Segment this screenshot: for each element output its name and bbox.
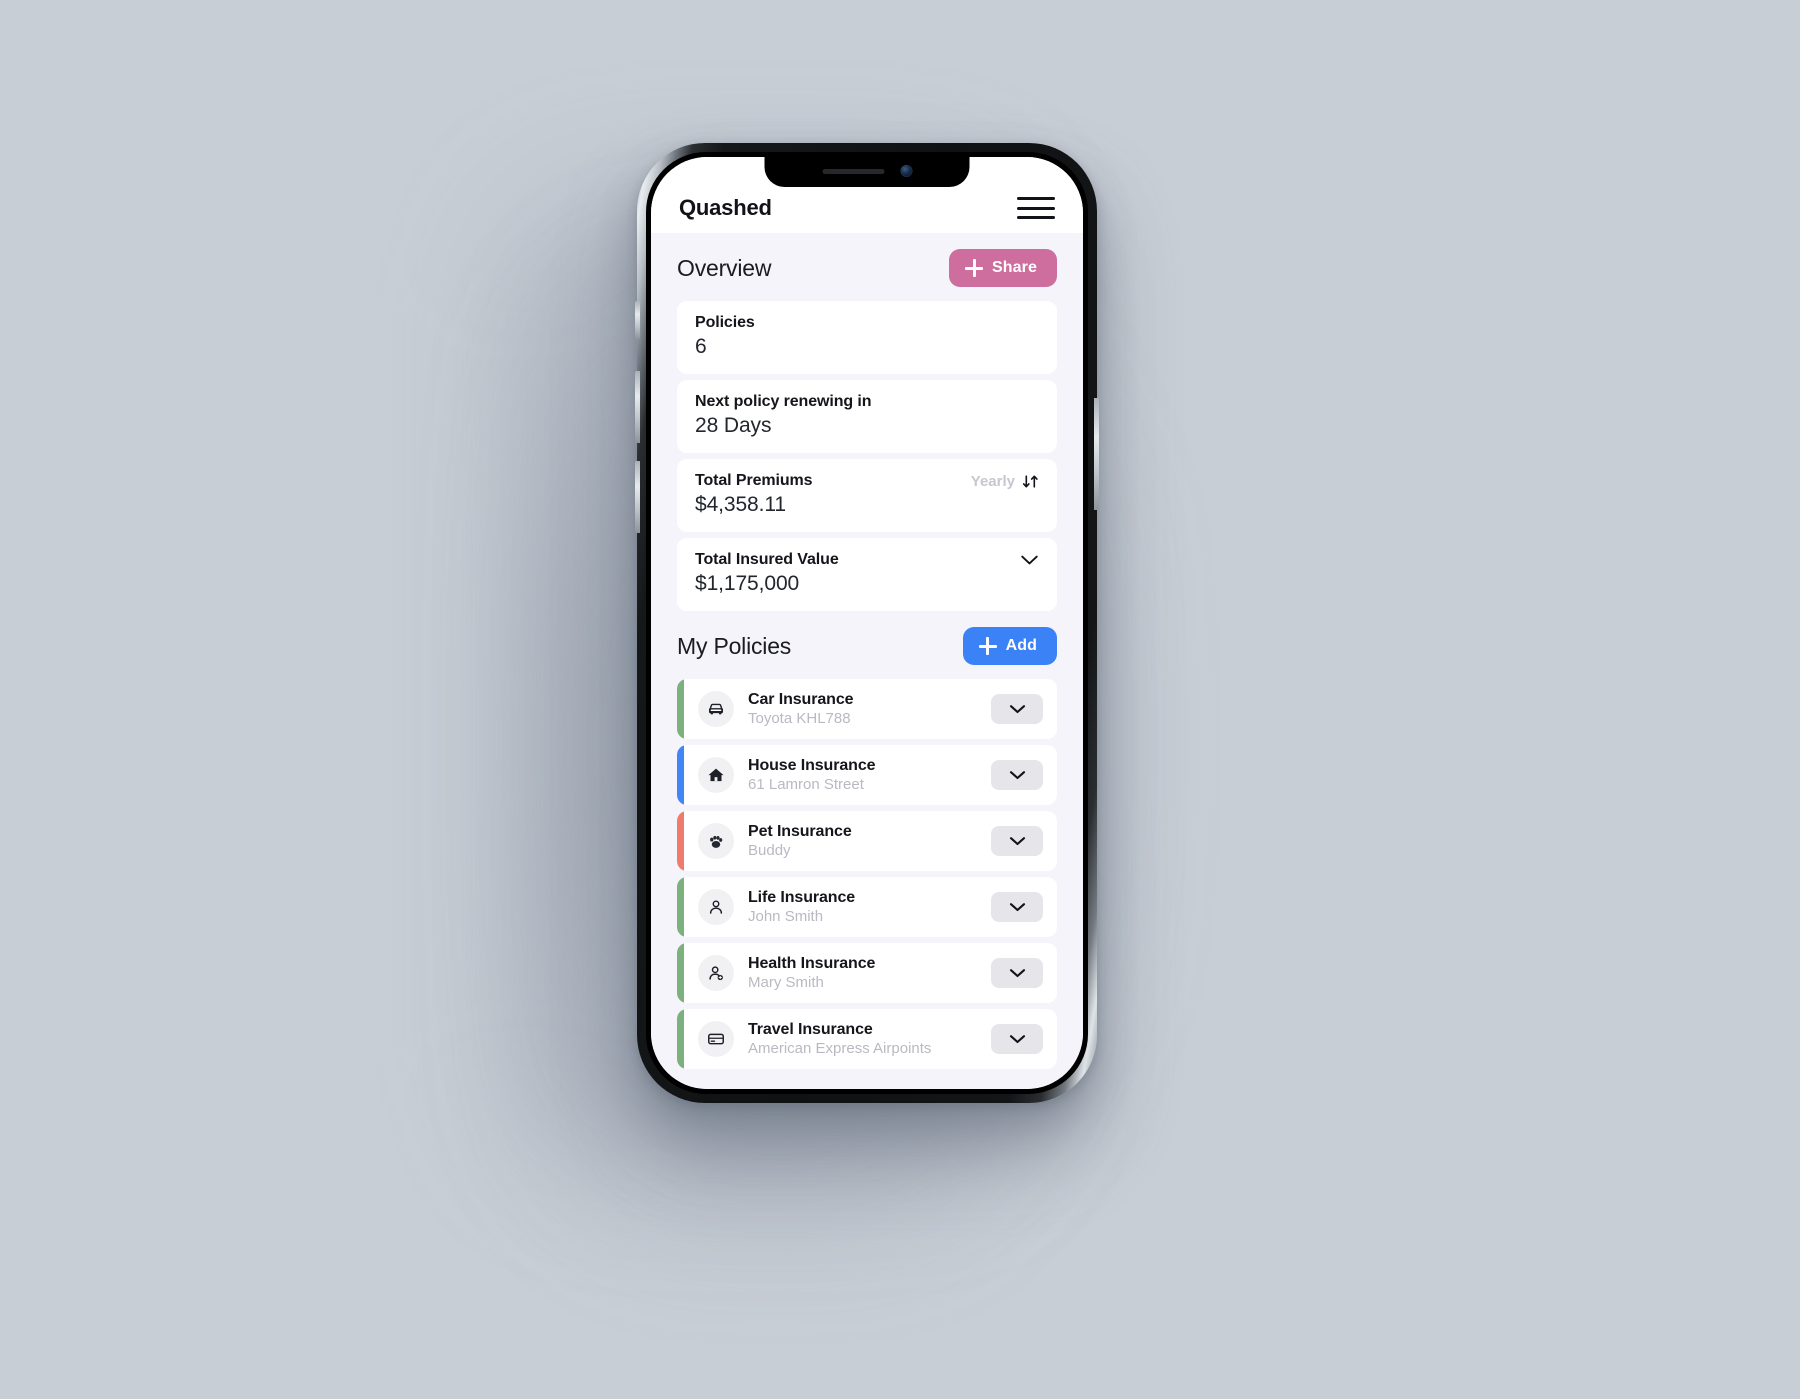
chevron-down-icon: [1009, 903, 1025, 912]
earpiece-speaker: [822, 168, 884, 174]
notch: [764, 157, 970, 187]
policy-subtitle: 61 Lamron Street: [748, 776, 864, 793]
stat-card-total-premiums: Total Premiums Yearly $4,358.11: [677, 459, 1057, 532]
house-icon: [698, 757, 734, 793]
scene: Quashed Overview Share Policies 6 Next p…: [0, 0, 1800, 1399]
chevron-down-icon: [1009, 1035, 1025, 1044]
policy-title: Travel Insurance: [748, 1021, 873, 1038]
stat-label: Policies: [695, 314, 755, 331]
hamburger-icon[interactable]: [1017, 195, 1055, 221]
policies-header: My Policies Add: [651, 611, 1083, 679]
volume-up-button[interactable]: [635, 371, 640, 443]
policy-expand-button[interactable]: [991, 694, 1043, 724]
policy-title: House Insurance: [748, 757, 876, 774]
plus-icon: [978, 637, 997, 655]
policy-row-life[interactable]: Life Insurance John Smith: [677, 877, 1057, 937]
chevron-down-icon: [1021, 555, 1038, 565]
phone-screen: Quashed Overview Share Policies 6 Next p…: [651, 157, 1083, 1089]
stat-card-next-renewal: Next policy renewing in 28 Days: [677, 380, 1057, 453]
accent-bar: [677, 745, 684, 805]
person-add-glyph: [709, 966, 723, 981]
policy-list: Car Insurance Toyota KHL788 House Insura…: [651, 679, 1083, 1089]
car-glyph: [709, 703, 723, 715]
stat-value: 28 Days: [695, 414, 772, 437]
stat-label: Total Insured Value: [695, 551, 839, 568]
plus-icon: [965, 259, 984, 277]
policy-title: Life Insurance: [748, 889, 856, 906]
credit-card-glyph: [708, 1033, 724, 1045]
stat-label: Total Premiums: [695, 472, 813, 489]
accent-bar: [677, 679, 684, 739]
paw-glyph: [710, 835, 723, 848]
power-button[interactable]: [1094, 398, 1099, 510]
person-add-icon: [698, 955, 734, 991]
chevron-down-icon: [1009, 705, 1025, 714]
policy-expand-button[interactable]: [991, 958, 1043, 988]
silent-switch[interactable]: [635, 301, 640, 339]
policy-row-house[interactable]: House Insurance 61 Lamron Street: [677, 745, 1057, 805]
policy-expand-button[interactable]: [991, 760, 1043, 790]
policy-subtitle: Buddy: [748, 842, 791, 859]
policy-row-pet[interactable]: Pet Insurance Buddy: [677, 811, 1057, 871]
policies-title: My Policies: [677, 632, 792, 659]
phone-device: Quashed Overview Share Policies 6 Next p…: [635, 143, 1099, 1103]
policy-title: Pet Insurance: [748, 823, 852, 840]
policy-row-health[interactable]: Health Insurance Mary Smith: [677, 943, 1057, 1003]
premiums-frequency-label: Yearly: [970, 472, 1015, 490]
share-button-label: Share: [992, 259, 1037, 276]
accent-bar: [677, 943, 684, 1003]
stat-value: $4,358.11: [695, 493, 786, 516]
overview-cards: Policies 6 Next policy renewing in 28 Da…: [651, 301, 1083, 611]
stat-value: $1,175,000: [695, 572, 800, 595]
policy-subtitle: Mary Smith: [748, 974, 824, 991]
policy-expand-button[interactable]: [991, 826, 1043, 856]
stat-card-total-insured-value: Total Insured Value $1,175,000: [677, 538, 1057, 611]
add-policy-button[interactable]: Add: [962, 627, 1057, 665]
card-icon: [698, 1021, 734, 1057]
policy-title: Car Insurance: [748, 691, 854, 708]
policy-expand-button[interactable]: [991, 892, 1043, 922]
chevron-down-icon: [1009, 837, 1025, 846]
phone-bezel: Quashed Overview Share Policies 6 Next p…: [646, 152, 1088, 1094]
share-button[interactable]: Share: [949, 249, 1057, 287]
stat-card-policies: Policies 6: [677, 301, 1057, 374]
add-button-label: Add: [1005, 637, 1037, 654]
overview-title: Overview: [677, 254, 772, 281]
policy-subtitle: Toyota KHL788: [748, 710, 851, 727]
accent-bar: [677, 811, 684, 871]
car-icon: [698, 691, 734, 727]
policy-expand-button[interactable]: [991, 1024, 1043, 1054]
chevron-down-icon: [1009, 771, 1025, 780]
sort-icon: [1022, 474, 1038, 488]
front-camera-icon: [900, 165, 912, 177]
policy-row-car[interactable]: Car Insurance Toyota KHL788: [677, 679, 1057, 739]
brand-title: Quashed: [679, 195, 772, 220]
stat-label: Next policy renewing in: [695, 393, 872, 410]
accent-bar: [677, 877, 684, 937]
paw-icon: [698, 823, 734, 859]
app-content: Overview Share Policies 6 Next policy re…: [651, 233, 1083, 1089]
policy-title: Health Insurance: [748, 955, 876, 972]
chevron-down-icon: [1009, 969, 1025, 978]
stat-value: 6: [695, 335, 707, 358]
person-icon: [698, 889, 734, 925]
person-glyph: [709, 900, 723, 914]
policy-subtitle: John Smith: [748, 908, 824, 925]
insured-value-expand-toggle[interactable]: [1020, 554, 1039, 566]
overview-header: Overview Share: [651, 233, 1083, 301]
accent-bar: [677, 1009, 684, 1069]
policy-row-travel[interactable]: Travel Insurance American Express Airpoi…: [677, 1009, 1057, 1069]
premiums-frequency-toggle[interactable]: Yearly: [971, 473, 1039, 490]
volume-down-button[interactable]: [635, 461, 640, 533]
house-glyph: [708, 768, 724, 782]
policy-subtitle: American Express Airpoints: [748, 1040, 932, 1057]
